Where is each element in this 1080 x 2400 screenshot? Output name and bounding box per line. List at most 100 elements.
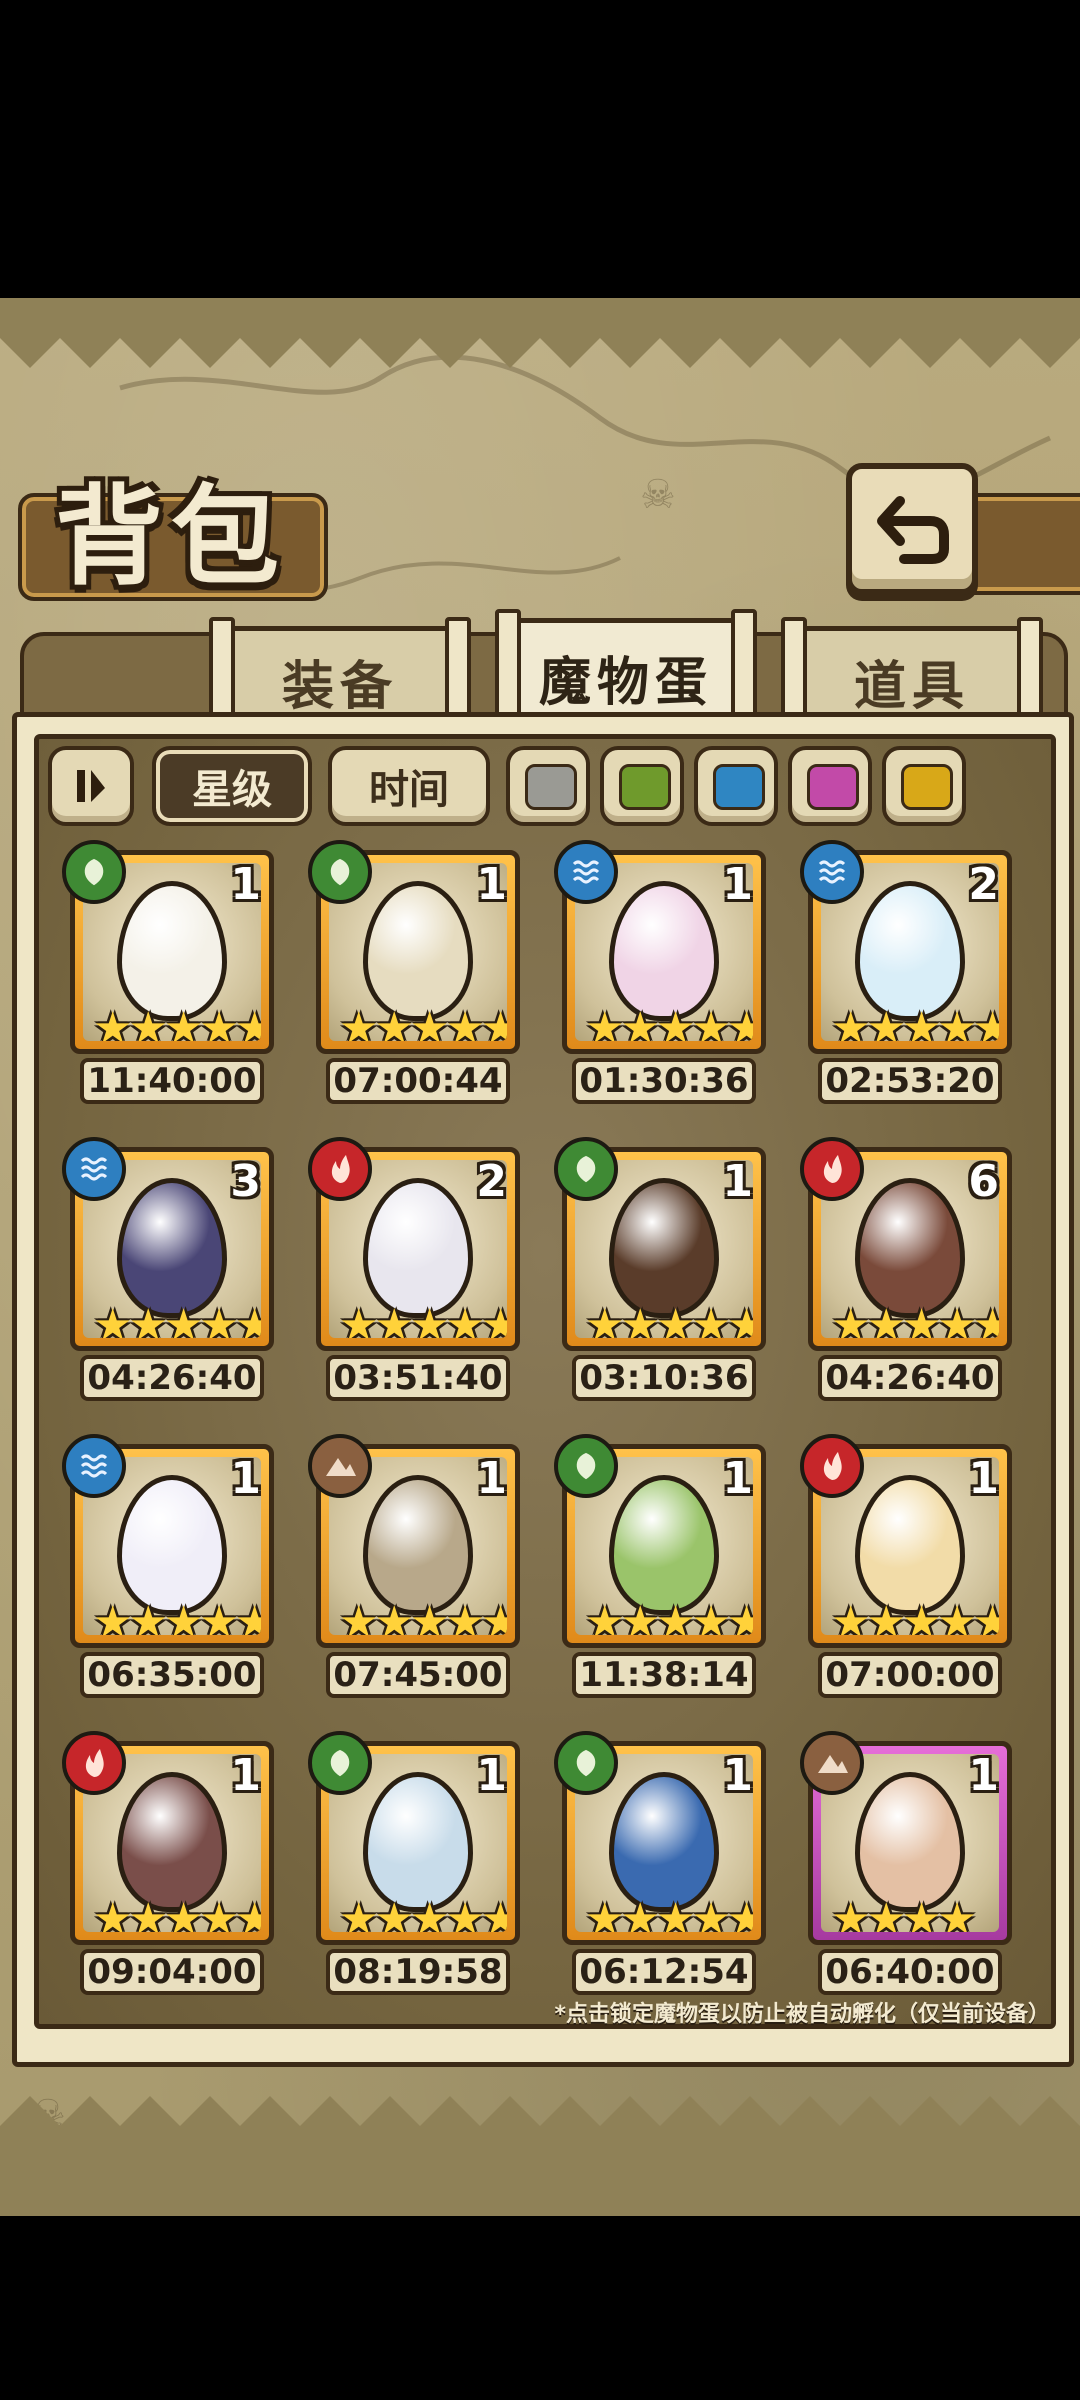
monster-egg-image [609, 1178, 719, 1318]
monster-egg-image [363, 881, 473, 1021]
filter-pink-button[interactable] [788, 746, 872, 826]
star-rating: ★ ★ ★ ★ [831, 1894, 977, 1933]
filter-yellow-button[interactable] [882, 746, 966, 826]
egg-card[interactable]: ★ ★ ★ ★ ★ 1 11:40:00 [62, 840, 274, 1105]
star-icon: ★ [128, 1894, 168, 1933]
star-icon: ★ [831, 1597, 871, 1636]
back-button[interactable] [846, 463, 978, 595]
lock-hint-footnote: *点击锁定魔物蛋以防止被自动孵化（仅当前设备） [554, 2002, 1050, 2027]
star-icon: ★ [866, 1894, 906, 1933]
filter-gray-button[interactable] [506, 746, 590, 826]
hatch-timer: 07:00:44 [326, 1058, 510, 1104]
star-icon: ★ [128, 1597, 168, 1636]
sort-toggle-button[interactable] [48, 746, 134, 826]
star-icon: ★ [480, 1003, 507, 1042]
star-rating: ★ ★ ★ ★ ★ [339, 1894, 507, 1933]
monster-egg-image [855, 1475, 965, 1615]
grass-element-icon [554, 1731, 618, 1795]
egg-card[interactable]: ★ ★ ★ ★ ★ 1 07:00:44 [308, 840, 520, 1105]
sort-by-time-button[interactable]: 时间 [328, 746, 490, 826]
star-icon: ★ [128, 1300, 168, 1339]
star-icon: ★ [901, 1003, 942, 1042]
egg-count: 2 [968, 859, 999, 910]
egg-card[interactable]: ★ ★ ★ ★ ★ 1 11:38:14 [554, 1434, 766, 1699]
water-element-icon [800, 840, 864, 904]
egg-count: 1 [722, 859, 753, 910]
egg-card[interactable]: ★ ★ ★ ★ 1 06:40:00 [800, 1731, 1012, 1996]
filter-blue-button[interactable] [694, 746, 778, 826]
egg-count: 3 [230, 1156, 261, 1207]
egg-card[interactable]: ★ ★ ★ ★ ★ 1 01:30:36 [554, 840, 766, 1105]
star-icon: ★ [937, 1300, 977, 1339]
egg-card[interactable]: ★ ★ ★ ★ ★ 1 06:35:00 [62, 1434, 274, 1699]
egg-count: 1 [230, 859, 261, 910]
tab-label: 魔物蛋 [538, 652, 713, 713]
swatch-blue [713, 764, 765, 810]
star-icon: ★ [620, 1003, 660, 1042]
page-title: 背包 [55, 474, 288, 600]
star-icon: ★ [866, 1003, 906, 1042]
monster-egg-image [609, 1772, 719, 1912]
star-icon: ★ [374, 1597, 414, 1636]
torn-edge-top [0, 298, 1080, 368]
sort-toggle-icon [77, 770, 105, 802]
star-rating: ★ ★ ★ ★ ★ [339, 1597, 507, 1636]
fire-element-icon [800, 1434, 864, 1498]
star-icon: ★ [93, 1300, 133, 1339]
star-icon: ★ [620, 1300, 660, 1339]
egg-card[interactable]: ★ ★ ★ ★ ★ 2 03:51:40 [308, 1137, 520, 1402]
star-icon: ★ [585, 1300, 625, 1339]
star-icon: ★ [655, 1597, 696, 1636]
monster-egg-image [117, 1772, 227, 1912]
star-icon: ★ [480, 1300, 507, 1339]
monster-egg-image [363, 1475, 473, 1615]
egg-count: 6 [968, 1156, 999, 1207]
egg-card[interactable]: ★ ★ ★ ★ ★ 2 02:53:20 [800, 840, 1012, 1105]
star-icon: ★ [163, 1300, 204, 1339]
egg-card[interactable]: ★ ★ ★ ★ ★ 1 08:19:58 [308, 1731, 520, 1996]
egg-card[interactable]: ★ ★ ★ ★ ★ 1 06:12:54 [554, 1731, 766, 1996]
star-icon: ★ [620, 1597, 660, 1636]
hatch-timer: 06:35:00 [80, 1652, 264, 1698]
egg-card[interactable]: ★ ★ ★ ★ ★ 1 07:00:00 [800, 1434, 1012, 1699]
star-rating: ★ ★ ★ ★ ★ [831, 1300, 999, 1339]
egg-count: 1 [722, 1750, 753, 1801]
monster-egg-image [609, 1475, 719, 1615]
star-icon: ★ [374, 1300, 414, 1339]
egg-card[interactable]: ★ ★ ★ ★ ★ 3 04:26:40 [62, 1137, 274, 1402]
egg-card[interactable]: ★ ★ ★ ★ ★ 6 04:26:40 [800, 1137, 1012, 1402]
star-icon: ★ [199, 1300, 239, 1339]
star-icon: ★ [480, 1597, 507, 1636]
star-icon: ★ [339, 1894, 379, 1933]
torn-edge-bottom [0, 2096, 1080, 2216]
monster-egg-image [855, 1772, 965, 1912]
egg-card[interactable]: ★ ★ ★ ★ ★ 1 09:04:00 [62, 1731, 274, 1996]
star-icon: ★ [374, 1003, 414, 1042]
star-icon: ★ [585, 1894, 625, 1933]
star-icon: ★ [234, 1597, 261, 1636]
star-icon: ★ [199, 1597, 239, 1636]
egg-card[interactable]: ★ ★ ★ ★ ★ 1 03:10:36 [554, 1137, 766, 1402]
tab-label: 装备 [281, 656, 398, 717]
sort-by-star-button[interactable]: 星级 [152, 746, 312, 826]
star-icon: ★ [93, 1003, 133, 1042]
tab-label: 道具 [853, 656, 970, 717]
star-icon: ★ [163, 1894, 204, 1933]
star-icon: ★ [585, 1003, 625, 1042]
star-icon: ★ [937, 1597, 977, 1636]
hatch-timer: 03:51:40 [326, 1355, 510, 1401]
star-rating: ★ ★ ★ ★ ★ [93, 1300, 261, 1339]
star-icon: ★ [620, 1894, 660, 1933]
hatch-timer: 01:30:36 [572, 1058, 756, 1104]
egg-count: 1 [968, 1453, 999, 1504]
egg-card[interactable]: ★ ★ ★ ★ ★ 1 07:45:00 [308, 1434, 520, 1699]
hatch-timer: 07:00:00 [818, 1652, 1002, 1698]
filter-green-button[interactable] [600, 746, 684, 826]
star-icon: ★ [93, 1597, 133, 1636]
fire-element-icon [308, 1137, 372, 1201]
grass-element-icon [308, 1731, 372, 1795]
monster-egg-image [363, 1772, 473, 1912]
star-rating: ★ ★ ★ ★ ★ [93, 1003, 261, 1042]
star-icon: ★ [163, 1597, 204, 1636]
star-icon: ★ [128, 1003, 168, 1042]
